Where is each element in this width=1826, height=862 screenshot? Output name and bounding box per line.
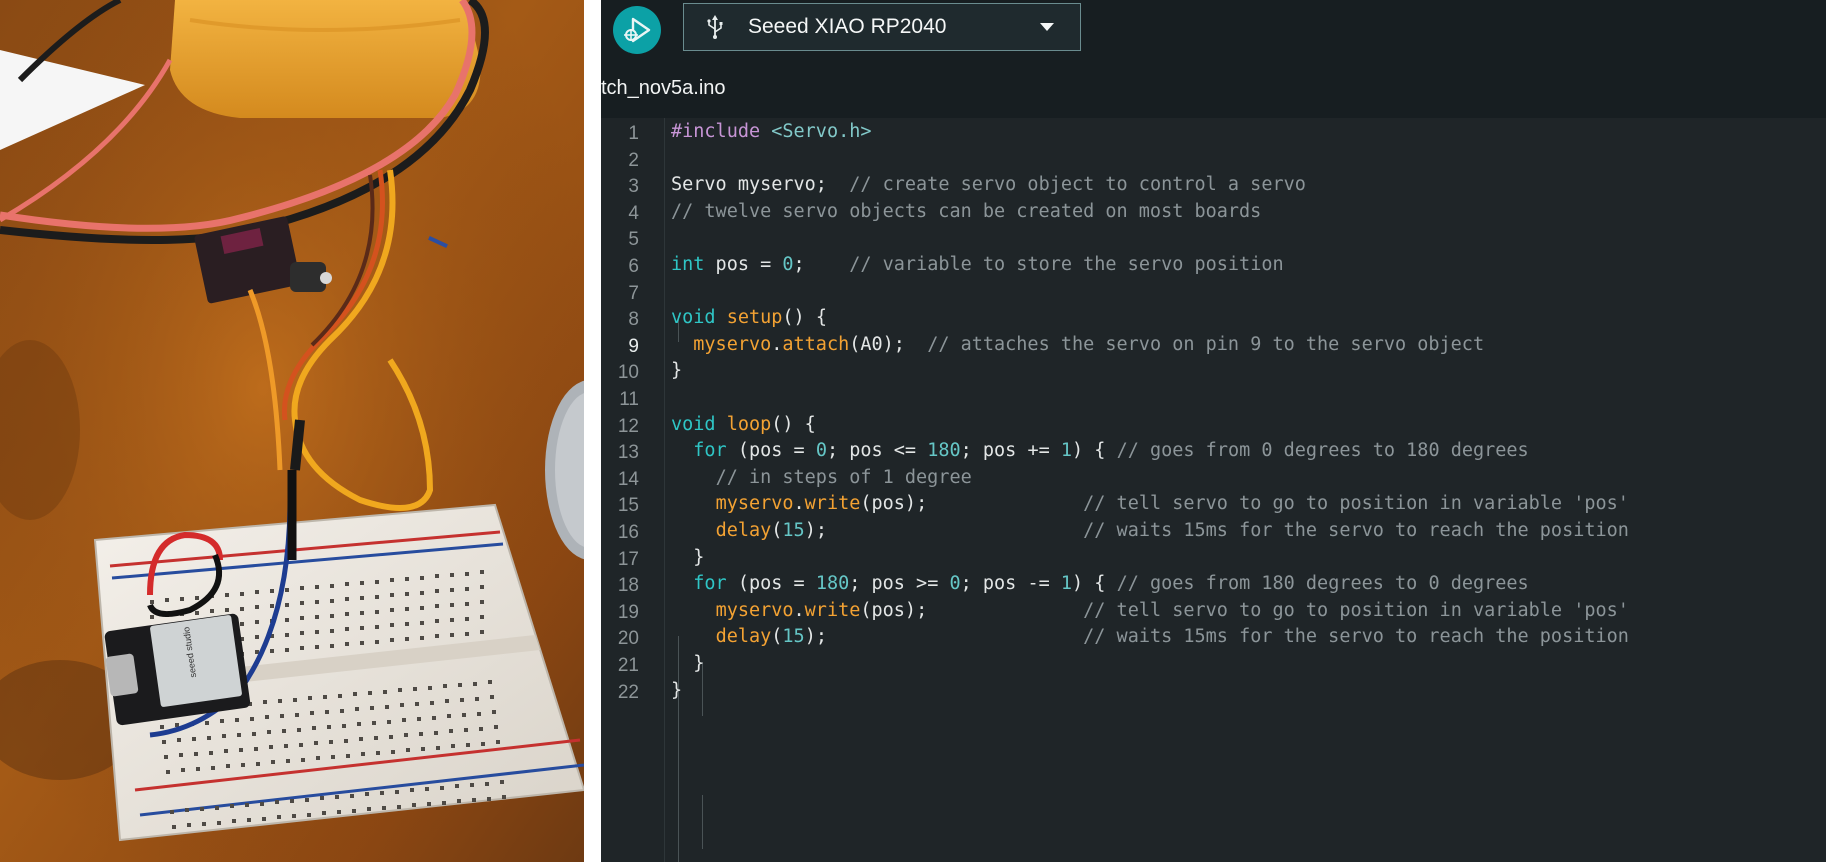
toolbar: Seeed XIAO RP2040 (601, 0, 1826, 58)
code-line[interactable]: delay(15); // waits 15ms for the servo t… (671, 520, 1629, 551)
line-number: 13 (617, 442, 639, 464)
line-number: 15 (617, 495, 639, 517)
hardware-photo: seeed studio (0, 0, 584, 862)
line-number: 4 (628, 202, 639, 224)
line-number: 12 (617, 415, 639, 437)
line-number: 9 (628, 335, 639, 357)
code-editor[interactable]: 1 2 3 4 5 6 7 8 9 10 11 12 13 14 15 16 17 18 19 20 21 22 #inc… (601, 118, 1826, 862)
line-number: 19 (617, 601, 639, 623)
line-number: 20 (617, 628, 639, 650)
line-number: 10 (617, 362, 639, 384)
line-number: 11 (619, 389, 639, 410)
usb-icon (700, 15, 730, 39)
code-line[interactable]: } (671, 680, 682, 711)
code-line[interactable]: // twelve servo objects can be created o… (671, 201, 1261, 232)
line-number: 1 (628, 123, 639, 144)
line-number: 17 (617, 548, 639, 570)
line-number: 8 (628, 309, 639, 331)
code-content[interactable]: #include <Servo.h> Servo myservo; // crea… (664, 118, 1826, 862)
code-line[interactable]: myservo.attach(A0); // attaches the serv… (671, 334, 1484, 365)
caret-down-icon (1040, 23, 1054, 31)
line-number: 2 (628, 149, 639, 171)
tab-sketch-file[interactable]: tch_nov5a.ino (601, 58, 739, 118)
line-number: 3 (628, 176, 639, 198)
line-number-gutter: 1 2 3 4 5 6 7 8 9 10 11 12 13 14 15 16 17 18 19 20 21 22 (601, 118, 665, 862)
arduino-ide-window: Seeed XIAO RP2040 tch_nov5a.ino 12345678… (601, 0, 1826, 862)
line-number: 14 (617, 468, 639, 490)
line-number: 21 (617, 655, 639, 676)
file-tabs: tch_nov5a.ino (601, 58, 1826, 118)
board-selector[interactable]: Seeed XIAO RP2040 (683, 3, 1081, 51)
line-number: 6 (628, 256, 639, 277)
line-number: 5 (628, 229, 639, 251)
line-number: 16 (617, 522, 639, 543)
code-line[interactable]: } (671, 360, 682, 391)
code-line[interactable]: int pos = 0; // variable to store the se… (671, 254, 1284, 285)
tab-label: tch_nov5a.ino (601, 76, 726, 99)
xiao-rp2040-board: seeed studio (104, 613, 251, 726)
image-divider (584, 0, 601, 862)
yellow-pouch (170, 0, 481, 118)
code-line[interactable]: #include <Servo.h> (671, 121, 872, 152)
line-number: 18 (617, 575, 639, 597)
board-name: Seeed XIAO RP2040 (748, 15, 947, 38)
debug-play-icon (624, 17, 651, 43)
debug-button[interactable] (613, 6, 661, 54)
line-number: 22 (617, 681, 639, 703)
code-line[interactable]: delay(15); // waits 15ms for the servo t… (671, 626, 1629, 657)
line-number: 7 (628, 282, 639, 304)
